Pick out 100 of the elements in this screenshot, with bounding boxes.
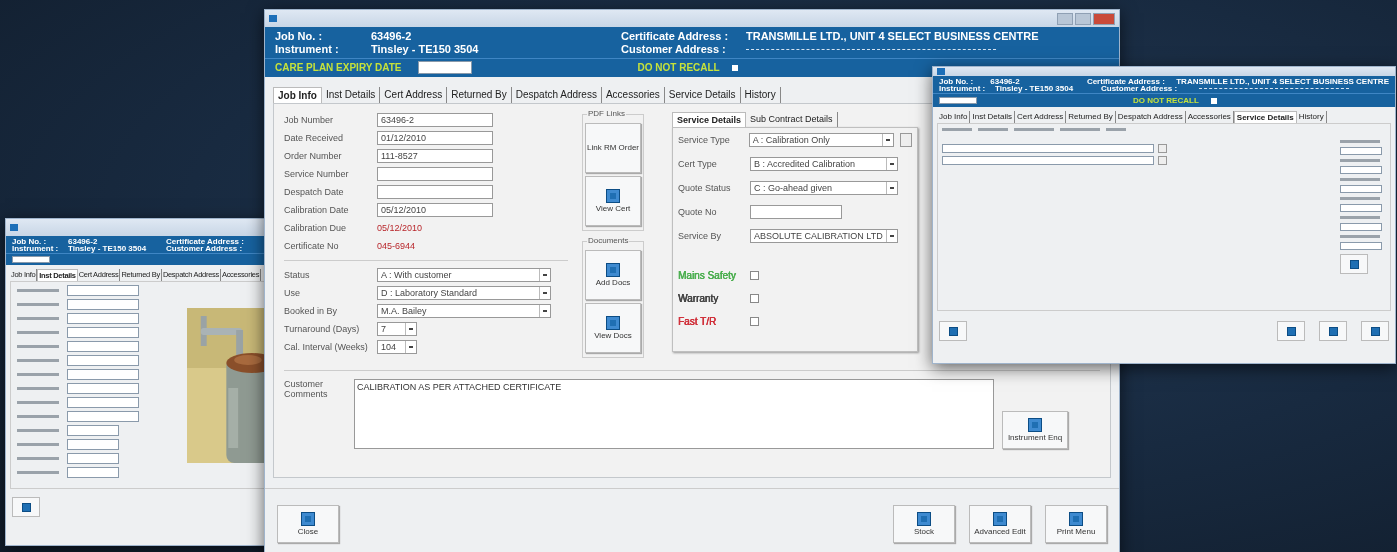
close-button[interactable]: Close [277,505,339,543]
text-field[interactable] [942,144,1154,153]
action-button[interactable] [1319,321,1347,341]
toolbar-button[interactable] [1340,254,1368,274]
field-label: Calibration Date [284,205,350,215]
toolbar-button[interactable]: Add Docs [585,250,641,300]
tab[interactable]: Service Details [1233,111,1297,123]
input-field[interactable] [67,369,139,380]
date-field[interactable] [417,61,472,74]
header-label: Customer Address : [1101,83,1178,93]
header-label: Job No. : [939,76,974,86]
checkbox[interactable] [750,317,759,326]
dropdown[interactable]: ABSOLUTE CALIBRATION LTD [750,228,898,243]
action-button[interactable] [1277,321,1305,341]
header-value: Tinsley - TE150 3504 [995,83,1075,93]
input-field[interactable]: 05/12/2010 [377,203,493,217]
field-label: Date Received [284,133,345,143]
toolbar-button[interactable]: View Cert [585,176,641,226]
dropdown[interactable]: C : Go-ahead given [750,180,898,195]
field-value: 05/12/2010 [377,223,423,233]
dropdown[interactable]: 7 [377,322,417,336]
input-field[interactable] [1340,242,1382,250]
input-field[interactable] [67,411,139,422]
recall-checkbox[interactable] [731,64,738,71]
input-field[interactable] [67,341,139,352]
input-field[interactable]: 63496-2 [377,113,493,127]
input-field[interactable] [67,313,139,324]
field-label: Use [284,288,301,298]
date-field[interactable] [939,97,977,104]
input-field[interactable] [1340,185,1382,193]
input-field[interactable]: 01/12/2010 [377,131,493,145]
tab[interactable]: Job Info [937,111,971,123]
input-field[interactable] [377,185,493,199]
field-label: Cal. Interval (Weeks) [284,342,369,352]
input-field[interactable] [67,397,139,408]
field-label: Quote No [678,206,718,217]
tab[interactable]: Despatch Address [1115,111,1186,123]
header-value: Tinsley - TE150 3504 [371,43,480,55]
input-field[interactable] [67,425,119,436]
recall-label: DO NOT RECALL [637,62,720,73]
input-field[interactable] [1340,166,1382,174]
input-field[interactable] [67,453,119,464]
recall-label: DO NOT RECALL [1133,96,1199,105]
checkbox[interactable] [750,294,759,303]
group-title: PDF Links [587,109,626,118]
lookup-button[interactable] [900,132,912,147]
field-label: Certificate No [284,241,340,251]
field-value: 045-6944 [377,241,416,251]
toolbar-button[interactable]: Link RM Order [585,123,641,173]
action-button[interactable]: Print Menu [1045,505,1107,543]
header-value: 63496-2 [68,236,99,246]
dropdown[interactable]: M.A. Bailey [377,304,551,318]
input-field[interactable] [67,299,139,310]
dropdown[interactable]: A : With customer [377,268,551,282]
input-field[interactable] [67,439,119,450]
checkbox-label: Mains Safety [678,270,737,281]
action-button[interactable]: Stock [893,505,955,543]
header-value: 63496-2 [990,76,1020,86]
comments-field[interactable]: CALIBRATION AS PER ATTACHED CERTIFICATE [354,379,994,449]
input-field[interactable] [750,204,842,219]
input-field[interactable] [67,285,139,296]
input-field[interactable]: 111-8527 [377,149,493,163]
input-field[interactable] [377,167,493,181]
input-field[interactable] [67,467,119,478]
header-value: Tinsley - TE150 3504 [68,243,148,253]
app-icon [269,15,277,22]
input-field[interactable] [67,327,139,338]
tab[interactable]: Inst Details [970,111,1016,123]
header-label: Certificate Address : [1086,76,1165,86]
dropdown[interactable]: 104 [377,340,417,354]
checkbox[interactable] [750,271,759,280]
recall-checkbox[interactable] [1210,97,1217,104]
dropdown[interactable]: B : Accredited Calibration [750,156,898,171]
input-field[interactable] [67,383,139,394]
toolbar-button[interactable]: View Docs [585,303,641,353]
close-button[interactable] [939,321,967,341]
window-controls-icon[interactable] [1057,12,1115,25]
tab[interactable]: Job Info [273,87,322,103]
input-field[interactable] [1340,147,1382,155]
tab[interactable]: History [1296,111,1327,123]
tab[interactable]: Service Details [672,112,747,127]
tab[interactable]: Cert Address [1015,111,1067,123]
app-icon [10,224,18,231]
dropdown[interactable]: D : Laboratory Standard [377,286,551,300]
dropdown[interactable]: A : Calibration Only [748,132,895,147]
tab[interactable]: Accessories [1185,111,1234,123]
checkbox-label: Warranty [678,293,720,304]
input-field[interactable] [1340,223,1382,231]
instrument-enquiry-button[interactable]: Instrument Enq [1002,411,1068,449]
input-field[interactable] [67,355,139,366]
field-label: Service By [678,230,722,241]
date-field[interactable] [12,256,50,263]
close-button[interactable] [12,497,40,517]
text-field[interactable] [942,156,1154,165]
input-field[interactable] [1340,204,1382,212]
action-button[interactable] [1361,321,1389,341]
field-label: Despatch Date [284,187,345,197]
action-button[interactable]: Advanced Edit [969,505,1031,543]
tab[interactable]: Returned By [1066,111,1116,123]
field-label: Order Number [284,151,343,161]
